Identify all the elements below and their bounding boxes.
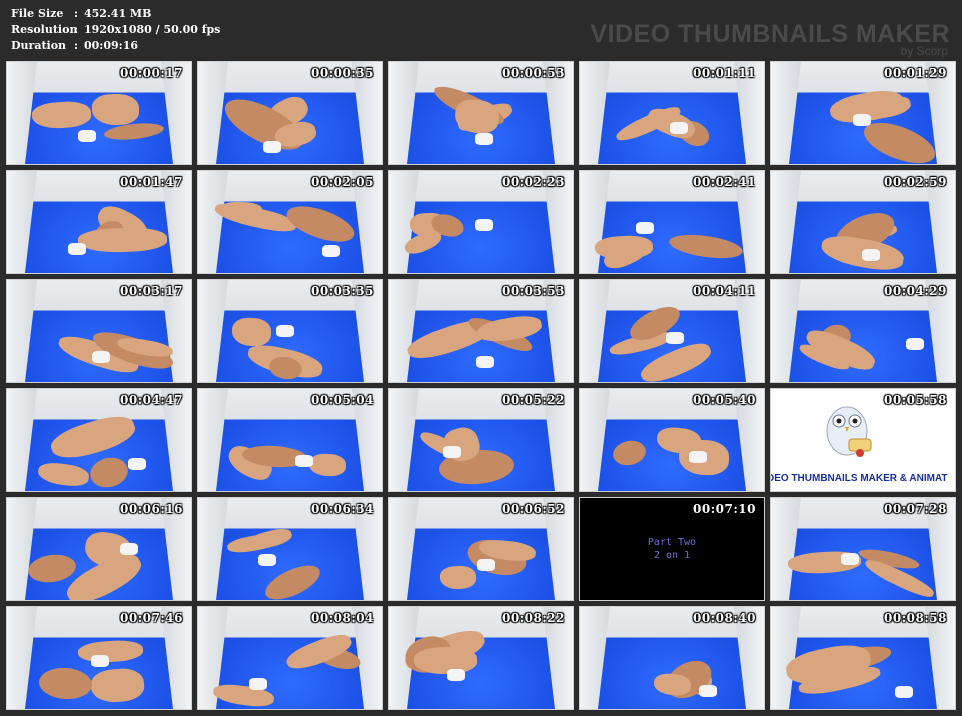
- video-thumbnail: 00:05:04: [197, 388, 383, 492]
- video-thumbnail: 00:08:22: [388, 606, 574, 710]
- thumbnail-timestamp: 00:07:10: [693, 502, 756, 516]
- part-title-card: Part Two 2 on 1: [580, 536, 764, 562]
- thumbnail-timestamp: 00:00:17: [120, 66, 183, 80]
- white-shorts: [476, 356, 494, 368]
- video-thumbnail: DEO THUMBNAILS MAKER & ANIMAT 00:05:58: [770, 388, 956, 492]
- video-thumbnail: 00:08:04: [197, 606, 383, 710]
- thumbnail-timestamp: 00:03:53: [502, 284, 565, 298]
- video-thumbnail: 00:06:34: [197, 497, 383, 601]
- white-shorts: [92, 351, 110, 363]
- video-thumbnail: 00:05:40: [579, 388, 765, 492]
- thumbnail-timestamp: 00:02:05: [311, 175, 374, 189]
- video-thumbnail: 00:08:40: [579, 606, 765, 710]
- video-thumbnail: 00:01:11: [579, 61, 765, 165]
- thumbnail-timestamp: 00:04:29: [884, 284, 947, 298]
- white-shorts: [841, 553, 859, 565]
- thumbnail-timestamp: 00:07:28: [884, 502, 947, 516]
- figure-silhouette: [413, 645, 478, 676]
- thumbnail-timestamp: 00:03:17: [120, 284, 183, 298]
- white-shorts: [78, 130, 96, 142]
- video-thumbnail: 00:00:17: [6, 61, 192, 165]
- figure-silhouette: [439, 565, 477, 590]
- figure-silhouette: [91, 93, 140, 126]
- figure-silhouette: [231, 317, 272, 347]
- video-thumbnail: 00:03:35: [197, 279, 383, 383]
- logo-caption: DEO THUMBNAILS MAKER & ANIMAT: [770, 473, 948, 484]
- white-shorts: [477, 559, 495, 571]
- white-shorts: [276, 325, 294, 337]
- white-shorts: [699, 685, 717, 697]
- part-title: Part Two: [647, 537, 697, 548]
- white-shorts: [128, 458, 146, 470]
- white-shorts: [689, 451, 707, 463]
- video-thumbnail: 00:04:11: [579, 279, 765, 383]
- thumbnail-timestamp: 00:07:46: [120, 611, 183, 625]
- thumbnail-timestamp: 00:00:53: [502, 66, 565, 80]
- video-thumbnail: 00:06:52: [388, 497, 574, 601]
- video-thumbnail: 00:08:58: [770, 606, 956, 710]
- thumbnail-timestamp: 00:02:59: [884, 175, 947, 189]
- white-shorts: [322, 245, 340, 257]
- thumbnail-timestamp: 00:08:22: [502, 611, 565, 625]
- white-shorts: [475, 219, 493, 231]
- video-thumbnail: 00:00:35: [197, 61, 383, 165]
- part-subtitle: 2 on 1: [653, 550, 691, 561]
- thumbnail-timestamp: 00:06:52: [502, 502, 565, 516]
- thumbnail-timestamp: 00:01:47: [120, 175, 183, 189]
- video-thumbnail: 00:06:16: [6, 497, 192, 601]
- thumbnail-timestamp: 00:05:22: [502, 393, 565, 407]
- white-shorts: [670, 122, 688, 134]
- thumbnail-timestamp: 00:08:40: [693, 611, 756, 625]
- white-shorts: [443, 446, 461, 458]
- video-thumbnail: 00:01:47: [6, 170, 192, 274]
- white-shorts: [263, 141, 281, 153]
- white-shorts: [862, 249, 880, 261]
- thumbnail-timestamp: 00:01:11: [693, 66, 756, 80]
- video-thumbnail: 00:02:41: [579, 170, 765, 274]
- white-shorts: [120, 543, 138, 555]
- thumbnail-timestamp: 00:08:04: [311, 611, 374, 625]
- thumbnail-grid: 00:00:17 00:00:35 00:00:53 00:01:11 00:01:29…: [0, 0, 962, 716]
- white-shorts: [258, 554, 276, 566]
- video-thumbnail: 00:03:53: [388, 279, 574, 383]
- thumbnail-timestamp: 00:02:23: [502, 175, 565, 189]
- thumbnail-timestamp: 00:05:04: [311, 393, 374, 407]
- video-thumbnail: 00:00:53: [388, 61, 574, 165]
- video-thumbnail: 00:03:17: [6, 279, 192, 383]
- video-thumbnail: 00:02:05: [197, 170, 383, 274]
- thumbnail-timestamp: 00:00:35: [311, 66, 374, 80]
- video-thumbnail: 00:01:29: [770, 61, 956, 165]
- thumbnail-timestamp: 00:06:34: [311, 502, 374, 516]
- thumbnail-timestamp: 00:02:41: [693, 175, 756, 189]
- video-thumbnail: Part Two 2 on 1 00:07:10: [579, 497, 765, 601]
- white-shorts: [249, 678, 267, 690]
- thumbnail-timestamp: 00:05:58: [884, 393, 947, 407]
- thumbnail-timestamp: 00:04:47: [120, 393, 183, 407]
- thumbnail-timestamp: 00:03:35: [311, 284, 374, 298]
- white-shorts: [666, 332, 684, 344]
- white-shorts: [895, 686, 913, 698]
- video-thumbnail: 00:07:28: [770, 497, 956, 601]
- white-shorts: [68, 243, 86, 255]
- white-shorts: [295, 455, 313, 467]
- white-shorts: [636, 222, 654, 234]
- white-shorts: [853, 114, 871, 126]
- white-shorts: [475, 133, 493, 145]
- video-thumbnail: 00:05:22: [388, 388, 574, 492]
- thumbnail-timestamp: 00:06:16: [120, 502, 183, 516]
- white-shorts: [91, 655, 109, 667]
- thumbnail-timestamp: 00:04:11: [693, 284, 756, 298]
- thumbnail-timestamp: 00:08:58: [884, 611, 947, 625]
- video-thumbnail: 00:04:29: [770, 279, 956, 383]
- video-thumbnail: 00:02:23: [388, 170, 574, 274]
- white-shorts: [447, 669, 465, 681]
- video-thumbnail: 00:02:59: [770, 170, 956, 274]
- owl-logo-icon: [826, 406, 872, 457]
- thumbnail-timestamp: 00:01:29: [884, 66, 947, 80]
- figure-silhouette: [308, 453, 347, 477]
- video-thumbnail: 00:04:47: [6, 388, 192, 492]
- white-shorts: [906, 338, 924, 350]
- video-thumbnail: 00:07:46: [6, 606, 192, 710]
- thumbnail-timestamp: 00:05:40: [693, 393, 756, 407]
